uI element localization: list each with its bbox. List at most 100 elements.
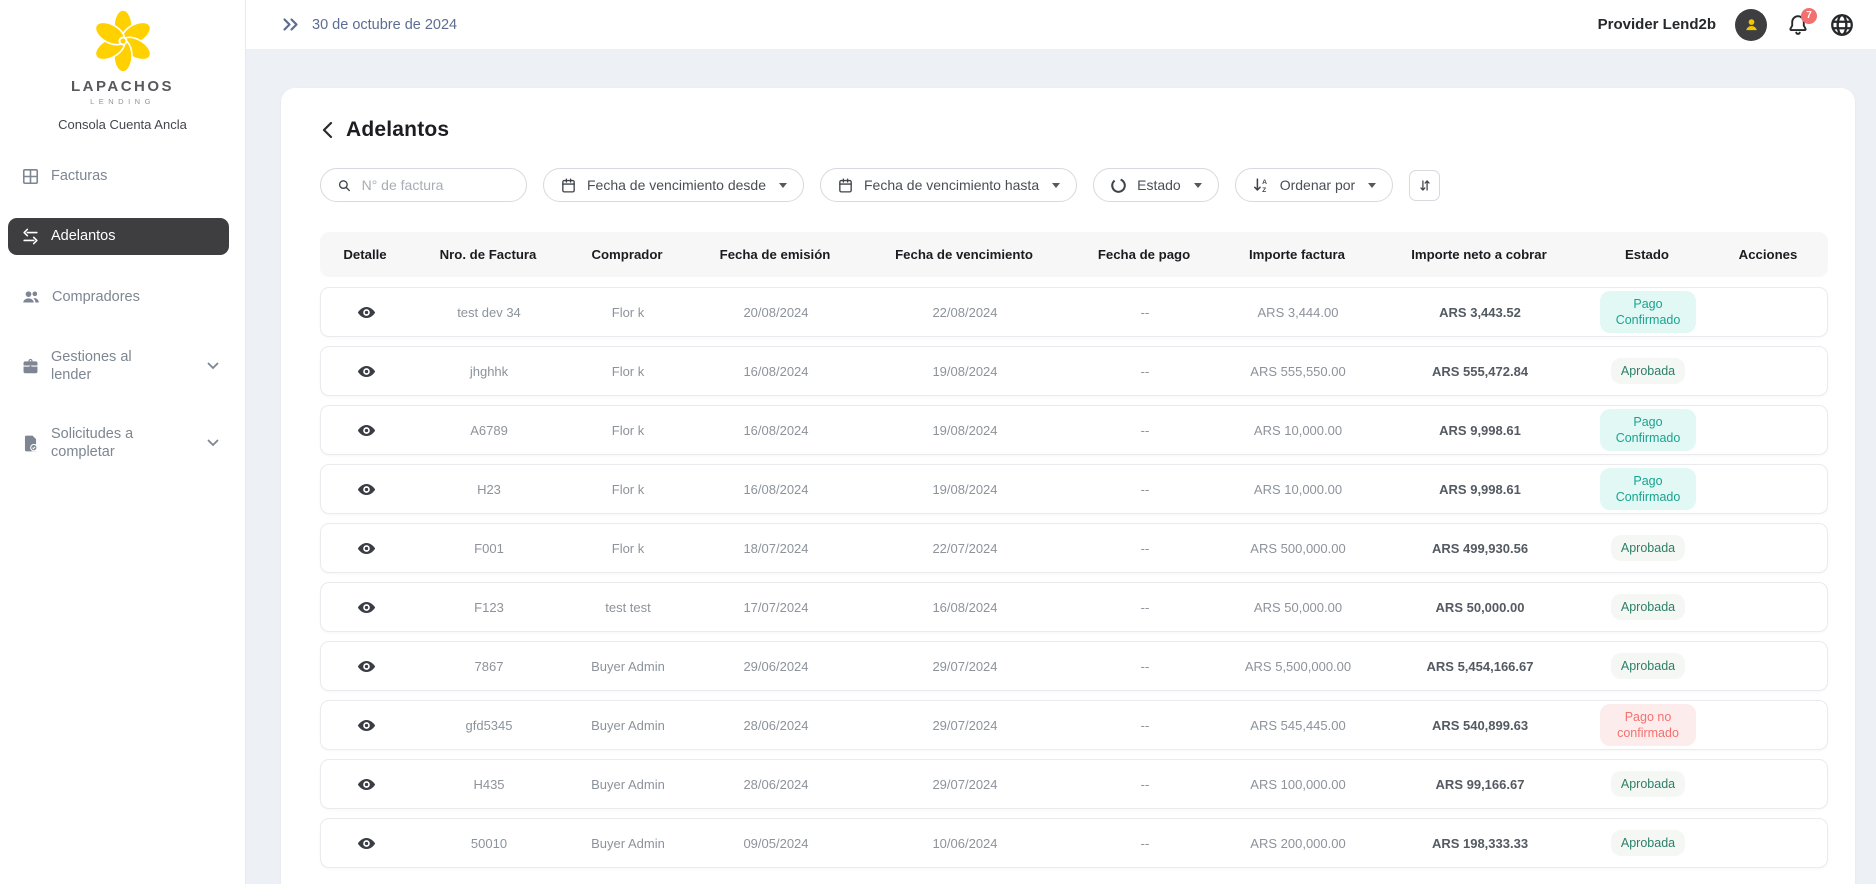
sort-direction-button[interactable] xyxy=(1409,170,1440,201)
table-row: F123 test test 17/07/2024 16/08/2024 -- … xyxy=(320,582,1828,632)
cell-buyer: Flor k xyxy=(567,423,689,438)
main-area: Adelantos Fecha de vencimiento desde xyxy=(246,50,1876,884)
cell-invoice: A6789 xyxy=(411,423,567,438)
cell-issued: 16/08/2024 xyxy=(689,423,863,438)
cell-issued: 09/05/2024 xyxy=(689,836,863,851)
person-icon xyxy=(1743,16,1760,33)
sidebar-item-compradores[interactable]: Compradores xyxy=(8,278,229,316)
sidebar-item-facturas[interactable]: Facturas xyxy=(8,158,229,195)
view-detail-button[interactable] xyxy=(354,772,379,797)
globe-icon xyxy=(1829,12,1855,38)
search-input[interactable] xyxy=(362,177,510,193)
status-badge: Pago Confirmado xyxy=(1600,409,1696,452)
cell-issued: 28/06/2024 xyxy=(689,777,863,792)
filter-date-to-label: Fecha de vencimiento hasta xyxy=(864,177,1039,193)
caret-down-icon xyxy=(779,183,787,188)
view-detail-button[interactable] xyxy=(354,595,379,620)
cell-due: 29/07/2024 xyxy=(863,777,1067,792)
view-detail-button[interactable] xyxy=(354,418,379,443)
cell-buyer: Buyer Admin xyxy=(567,718,689,733)
chevron-down-icon xyxy=(207,362,219,370)
cell-net: ARS 9,998.61 xyxy=(1373,482,1587,497)
cell-invoice: 7867 xyxy=(411,659,567,674)
cell-amount: ARS 10,000.00 xyxy=(1223,423,1373,438)
sidebar-item-label: Compradores xyxy=(52,288,140,306)
cell-net: ARS 3,443.52 xyxy=(1373,305,1587,320)
cell-amount: ARS 545,445.00 xyxy=(1223,718,1373,733)
console-label: Consola Cuenta Ancla xyxy=(0,117,245,132)
sidebar-expand-button[interactable] xyxy=(282,17,299,32)
filter-date-from[interactable]: Fecha de vencimiento desde xyxy=(543,168,804,202)
status-badge: Aprobada xyxy=(1611,535,1685,561)
status-badge: Aprobada xyxy=(1611,358,1685,384)
filter-date-from-label: Fecha de vencimiento desde xyxy=(587,177,766,193)
cell-amount: ARS 50,000.00 xyxy=(1223,600,1373,615)
eye-icon xyxy=(357,362,376,381)
col-acciones: Acciones xyxy=(1708,247,1828,262)
content-card: Adelantos Fecha de vencimiento desde xyxy=(281,88,1855,884)
filter-date-to[interactable]: Fecha de vencimiento hasta xyxy=(820,168,1077,202)
col-fecha-vencimiento: Fecha de vencimiento xyxy=(862,247,1066,262)
cell-paid: -- xyxy=(1067,541,1223,556)
sidebar-item-gestiones[interactable]: Gestiones al lender xyxy=(8,339,229,393)
table-row: gfd5345 Buyer Admin 28/06/2024 29/07/202… xyxy=(320,700,1828,750)
page-title: Adelantos xyxy=(346,118,449,142)
filter-estado[interactable]: Estado xyxy=(1093,168,1219,202)
cell-due: 19/08/2024 xyxy=(863,423,1067,438)
status-circle-icon xyxy=(1110,177,1127,194)
grid-icon xyxy=(21,167,40,186)
cell-buyer: Buyer Admin xyxy=(567,777,689,792)
eye-icon xyxy=(357,539,376,558)
eye-icon xyxy=(357,775,376,794)
cell-paid: -- xyxy=(1067,777,1223,792)
cell-invoice: 50010 xyxy=(411,836,567,851)
cell-paid: -- xyxy=(1067,364,1223,379)
col-importe-factura: Importe factura xyxy=(1222,247,1372,262)
briefcase-icon xyxy=(21,357,40,376)
status-badge: Pago Confirmado xyxy=(1600,291,1696,334)
view-detail-button[interactable] xyxy=(354,300,379,325)
notification-badge: 7 xyxy=(1801,8,1817,24)
cell-amount: ARS 100,000.00 xyxy=(1223,777,1373,792)
notifications-button[interactable]: 7 xyxy=(1786,13,1810,37)
clipboard-check-icon xyxy=(21,434,40,453)
cell-issued: 20/08/2024 xyxy=(689,305,863,320)
svg-text:Z: Z xyxy=(1262,187,1266,194)
back-button[interactable] xyxy=(320,119,335,141)
filter-ordenar[interactable]: A Z Ordenar por xyxy=(1235,168,1393,202)
cell-net: ARS 50,000.00 xyxy=(1373,600,1587,615)
cell-net: ARS 555,472.84 xyxy=(1373,364,1587,379)
table-row: 50010 Buyer Admin 09/05/2024 10/06/2024 … xyxy=(320,818,1828,868)
sidebar-item-solicitudes[interactable]: Solicitudes a completar xyxy=(8,416,229,470)
view-detail-button[interactable] xyxy=(354,536,379,561)
svg-text:A: A xyxy=(1262,179,1267,186)
language-button[interactable] xyxy=(1829,12,1855,38)
col-estado: Estado xyxy=(1586,247,1708,262)
adelantos-table: Detalle Nro. de Factura Comprador Fecha … xyxy=(320,232,1828,868)
invoice-search[interactable] xyxy=(320,168,527,202)
col-comprador: Comprador xyxy=(566,247,688,262)
cell-net: ARS 9,998.61 xyxy=(1373,423,1587,438)
cell-paid: -- xyxy=(1067,305,1223,320)
view-detail-button[interactable] xyxy=(354,477,379,502)
user-avatar[interactable] xyxy=(1735,9,1767,41)
caret-down-icon xyxy=(1194,183,1202,188)
view-detail-button[interactable] xyxy=(354,359,379,384)
sidebar-item-adelantos[interactable]: Adelantos xyxy=(8,218,229,255)
view-detail-button[interactable] xyxy=(354,713,379,738)
calendar-icon xyxy=(560,177,577,194)
view-detail-button[interactable] xyxy=(354,654,379,679)
filter-estado-label: Estado xyxy=(1137,177,1181,193)
cell-amount: ARS 200,000.00 xyxy=(1223,836,1373,851)
chevron-down-icon xyxy=(207,439,219,447)
cell-amount: ARS 5,500,000.00 xyxy=(1223,659,1373,674)
cell-net: ARS 499,930.56 xyxy=(1373,541,1587,556)
view-detail-button[interactable] xyxy=(354,831,379,856)
table-row: 7867 Buyer Admin 29/06/2024 29/07/2024 -… xyxy=(320,641,1828,691)
cell-net: ARS 99,166.67 xyxy=(1373,777,1587,792)
eye-icon xyxy=(357,480,376,499)
cell-paid: -- xyxy=(1067,600,1223,615)
topbar: 30 de octubre de 2024 Provider Lend2b 7 xyxy=(246,0,1876,50)
cell-due: 19/08/2024 xyxy=(863,482,1067,497)
status-badge: Aprobada xyxy=(1611,771,1685,797)
